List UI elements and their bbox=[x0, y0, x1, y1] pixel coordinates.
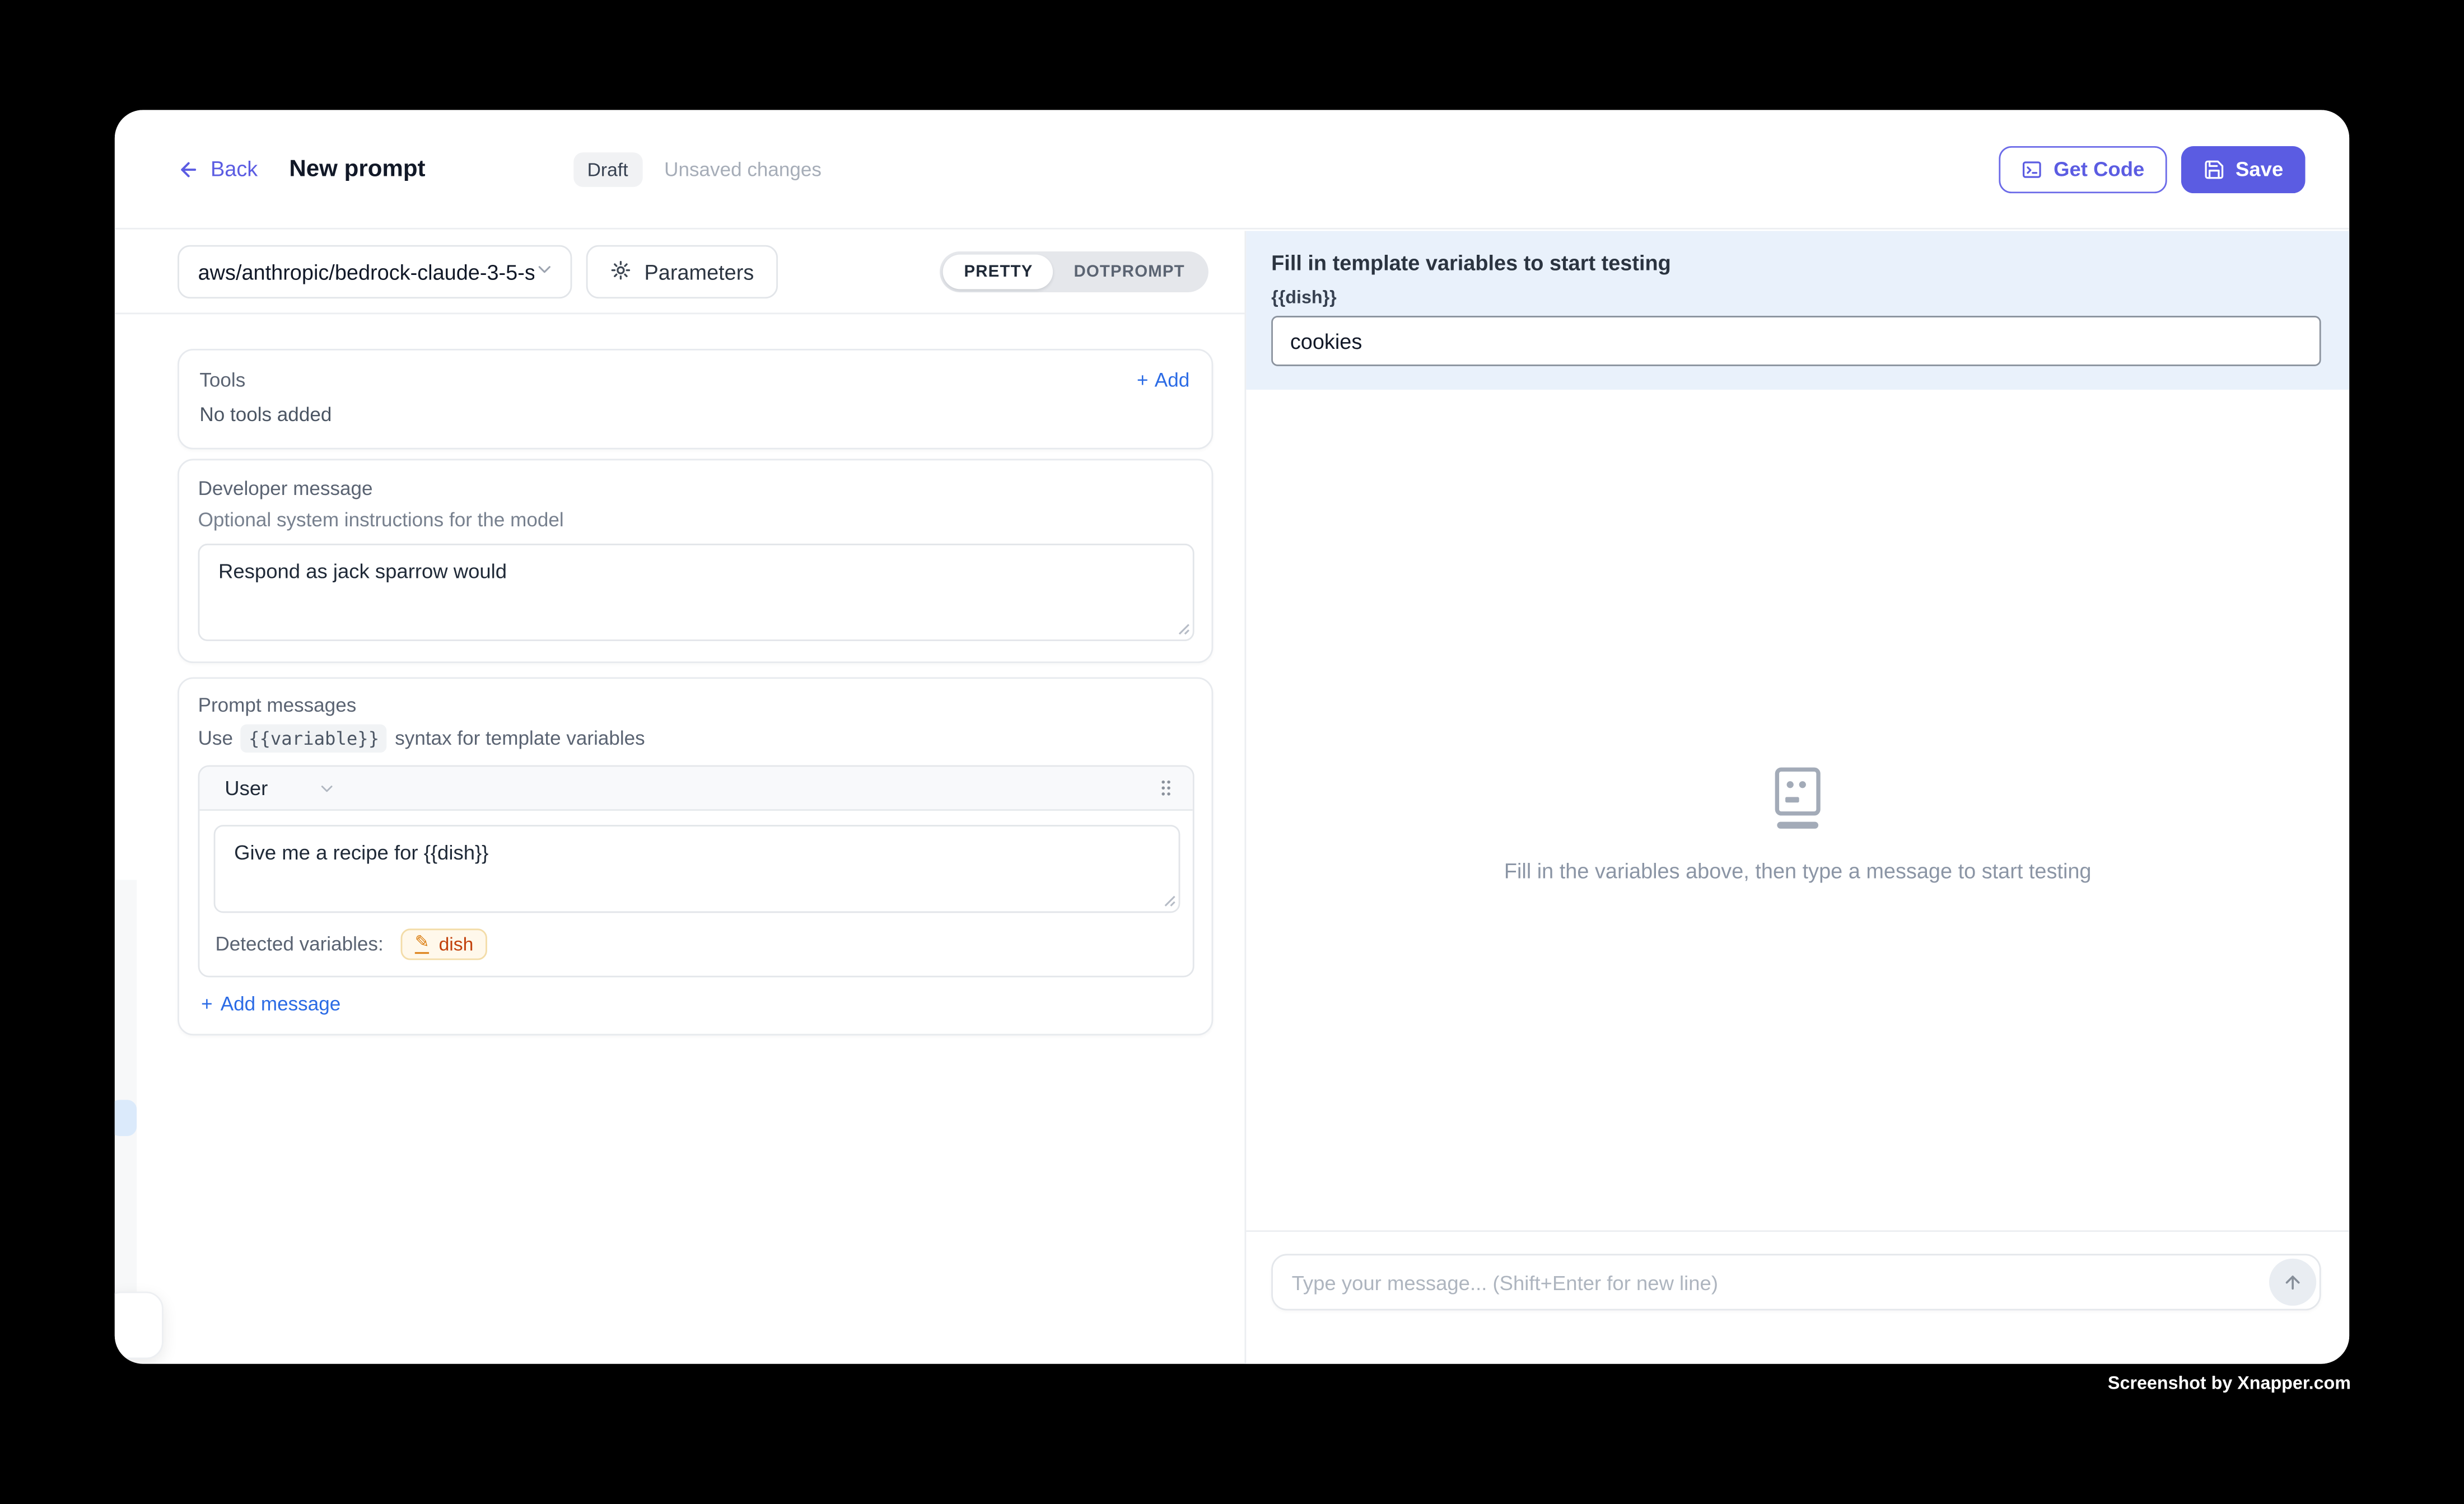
unsaved-changes-text: Unsaved changes bbox=[664, 158, 822, 180]
model-selector-value: aws/anthropic/bedrock-claude-3-5-s... bbox=[198, 260, 535, 283]
chat-input-bar bbox=[1246, 1230, 2349, 1364]
save-label: Save bbox=[2236, 157, 2283, 181]
hint-prefix: Use bbox=[198, 727, 233, 749]
variable-value-input[interactable] bbox=[1271, 316, 2321, 366]
chat-input-box bbox=[1271, 1254, 2321, 1310]
screenshot-stage: Back New prompt Draft Unsaved changes Ge… bbox=[0, 0, 2464, 1503]
prompt-messages-title: Prompt messages bbox=[198, 694, 1194, 716]
hint-suffix: syntax for template variables bbox=[395, 727, 645, 749]
model-toolbar: aws/anthropic/bedrock-claude-3-5-s... Pa… bbox=[115, 231, 1245, 314]
message-role-row: User bbox=[199, 767, 1192, 811]
add-tool-button[interactable]: + Add bbox=[1137, 369, 1189, 391]
tools-title: Tools bbox=[199, 369, 245, 391]
variable-syntax-chip: {{variable}} bbox=[241, 725, 387, 753]
status-badge: Draft bbox=[573, 152, 642, 186]
add-tool-label: Add bbox=[1155, 369, 1189, 391]
parameters-button[interactable]: Parameters bbox=[586, 245, 778, 298]
page-title: New prompt bbox=[289, 156, 425, 183]
terminal-icon bbox=[2020, 158, 2042, 180]
developer-message-card: Developer message Optional system instru… bbox=[178, 459, 1213, 663]
grip-vertical-icon[interactable] bbox=[1155, 776, 1177, 800]
variables-section-title: Fill in template variables to start test… bbox=[1271, 251, 2321, 275]
chevron-down-icon bbox=[318, 778, 337, 797]
developer-message-subtitle: Optional system instructions for the mod… bbox=[198, 509, 1194, 531]
chat-message-input[interactable] bbox=[1273, 1271, 2320, 1294]
role-value: User bbox=[225, 776, 268, 800]
sidebar-popover bbox=[115, 1292, 164, 1360]
role-selector[interactable]: User bbox=[225, 776, 337, 800]
arrow-left-icon bbox=[178, 158, 199, 180]
user-message-input[interactable]: Give me a recipe for {{dish}} bbox=[214, 825, 1180, 913]
send-button[interactable] bbox=[2269, 1259, 2316, 1306]
developer-message-input[interactable]: Respond as jack sparrow would bbox=[198, 544, 1194, 641]
robot-face-icon bbox=[1765, 765, 1831, 834]
detected-variables-row: Detected variables: ✎ dish bbox=[215, 928, 1180, 960]
arrow-up-icon bbox=[2281, 1271, 2303, 1293]
chat-empty-text: Fill in the variables above, then type a… bbox=[1246, 860, 2349, 883]
toggle-pretty[interactable]: PRETTY bbox=[944, 255, 1053, 289]
chat-empty-state: Fill in the variables above, then type a… bbox=[1246, 765, 2349, 883]
parameters-label: Parameters bbox=[645, 260, 754, 283]
template-hint: Use {{variable}} syntax for template var… bbox=[198, 725, 1194, 753]
save-button[interactable]: Save bbox=[2181, 146, 2306, 193]
app-window: Back New prompt Draft Unsaved changes Ge… bbox=[115, 110, 2349, 1363]
header: Back New prompt Draft Unsaved changes Ge… bbox=[115, 110, 2349, 229]
plus-icon: + bbox=[1137, 369, 1149, 391]
back-button[interactable]: Back bbox=[178, 157, 258, 181]
prompt-messages-card: Prompt messages Use {{variable}} syntax … bbox=[178, 677, 1213, 1035]
add-message-button[interactable]: + Add message bbox=[201, 993, 1194, 1015]
pencil-icon: ✎ bbox=[415, 935, 430, 954]
get-code-label: Get Code bbox=[2054, 157, 2144, 181]
back-label: Back bbox=[211, 157, 258, 181]
sidebar-active-item[interactable] bbox=[115, 1100, 137, 1136]
variable-chip-label: dish bbox=[439, 933, 474, 955]
detected-variables-label: Detected variables: bbox=[215, 933, 383, 955]
toggle-dotprompt[interactable]: DOTPROMPT bbox=[1053, 255, 1205, 289]
watermark-text: Screenshot by Xnapper.com bbox=[2108, 1375, 2351, 1394]
gear-icon bbox=[610, 259, 632, 286]
test-panel: Fill in template variables to start test… bbox=[1244, 231, 2349, 1363]
chevron-down-icon bbox=[534, 259, 554, 284]
view-mode-toggle: PRETTY DOTPROMPT bbox=[940, 251, 1208, 292]
model-selector[interactable]: aws/anthropic/bedrock-claude-3-5-s... bbox=[178, 245, 572, 298]
variables-section: Fill in template variables to start test… bbox=[1246, 231, 2349, 389]
variable-chip-dish[interactable]: ✎ dish bbox=[401, 928, 488, 960]
variable-name-label: {{dish}} bbox=[1271, 289, 2321, 308]
tools-empty-text: No tools added bbox=[199, 404, 1189, 426]
floppy-disk-icon bbox=[2202, 158, 2224, 180]
plus-icon: + bbox=[201, 993, 213, 1015]
add-message-label: Add message bbox=[221, 993, 340, 1015]
developer-message-title: Developer message bbox=[198, 478, 1194, 499]
tools-card: Tools + Add No tools added bbox=[178, 349, 1213, 450]
message-block: User Give me a recipe for {{dish}} bbox=[198, 765, 1194, 978]
get-code-button[interactable]: Get Code bbox=[1999, 146, 2167, 193]
